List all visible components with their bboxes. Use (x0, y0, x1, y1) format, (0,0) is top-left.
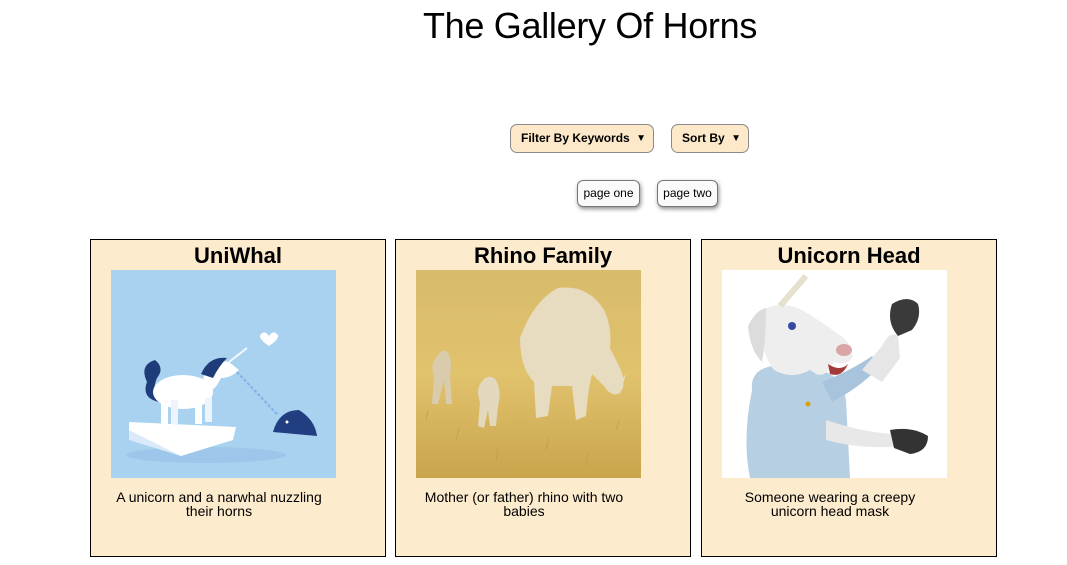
dropdown-caret-icon: ▼ (731, 133, 741, 144)
gallery-card: Rhino Family Mother (or father) rhino wi… (395, 239, 691, 557)
gallery-card: UniWhal A unicorn and a narwhal nuzzling… (90, 239, 386, 557)
dropdown-caret-icon: ▼ (636, 133, 646, 144)
page-one-button[interactable]: page one (577, 180, 640, 207)
sort-by-select[interactable]: Sort By ▼ (671, 124, 749, 153)
unicorn-mask-image (722, 270, 947, 478)
filter-select-label: Filter By Keywords (521, 131, 630, 145)
rhino-family-image (416, 270, 641, 478)
card-description: Mother (or father) rhino with two babies (424, 489, 624, 519)
gallery-card: Unicorn Head Someone wearing a creepy un… (701, 239, 997, 557)
card-title: Rhino Family (473, 243, 613, 268)
card-description: Someone wearing a creepy unicorn head ma… (744, 489, 916, 519)
sort-select-label: Sort By (682, 131, 725, 145)
filter-by-keywords-select[interactable]: Filter By Keywords ▼ (510, 124, 654, 153)
card-title: UniWhal (194, 243, 282, 268)
unicorn-narwhal-image (111, 270, 336, 478)
page-two-button[interactable]: page two (657, 180, 718, 207)
card-title: Unicorn Head (777, 243, 921, 268)
page-title: The Gallery Of Horns (422, 5, 758, 46)
card-description: A unicorn and a narwhal nuzzling their h… (116, 489, 322, 519)
